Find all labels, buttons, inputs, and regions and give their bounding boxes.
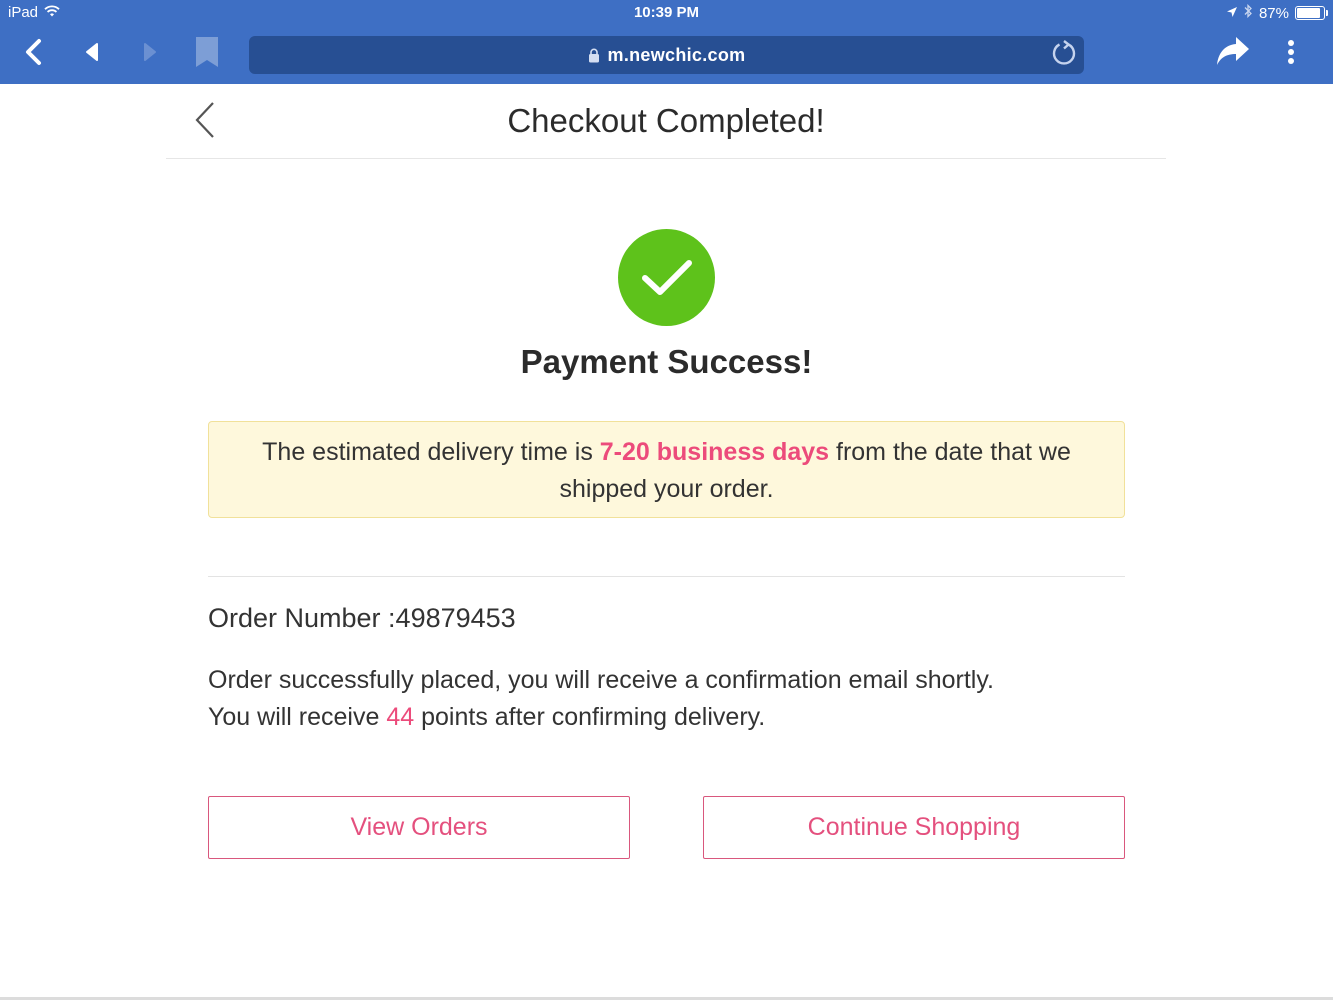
points-prefix: You will receive bbox=[208, 703, 387, 731]
notice-prefix: The estimated delivery time is bbox=[262, 438, 600, 466]
url-text: m.newchic.com bbox=[607, 44, 746, 65]
page-header: Checkout Completed! bbox=[166, 84, 1166, 159]
status-right: 87% bbox=[1226, 3, 1328, 22]
reload-button[interactable] bbox=[1048, 39, 1080, 71]
address-bar[interactable]: m.newchic.com bbox=[249, 36, 1084, 74]
confirmation-text: Order successfully placed, you will rece… bbox=[208, 666, 994, 694]
battery-percent: 87% bbox=[1258, 4, 1289, 22]
next-page-button[interactable] bbox=[130, 34, 170, 74]
share-button[interactable] bbox=[1213, 34, 1253, 74]
back-button[interactable] bbox=[14, 34, 54, 74]
menu-button[interactable] bbox=[1271, 34, 1311, 74]
location-arrow-icon bbox=[1226, 5, 1238, 22]
battery-level bbox=[1297, 8, 1320, 18]
reload-icon bbox=[1051, 39, 1077, 71]
bookmark-icon bbox=[195, 36, 219, 73]
bookmarks-button[interactable] bbox=[187, 34, 227, 74]
success-check-icon bbox=[618, 229, 715, 326]
points-suffix: points after confirming delivery. bbox=[414, 703, 766, 731]
browser-chrome: iPad 10:39 PM 87% m.newchic.com bbox=[0, 0, 1333, 84]
view-orders-button[interactable]: View Orders bbox=[208, 796, 630, 859]
triangle-right-icon bbox=[142, 42, 158, 67]
continue-shopping-button[interactable]: Continue Shopping bbox=[703, 796, 1125, 859]
chevron-left-icon bbox=[23, 38, 45, 71]
triangle-left-icon bbox=[84, 42, 100, 67]
notice-highlight: 7-20 business days bbox=[599, 438, 830, 466]
order-number: Order Number :49879453 bbox=[208, 603, 516, 633]
status-bar: iPad 10:39 PM 87% bbox=[0, 0, 1333, 26]
more-vertical-icon bbox=[1287, 39, 1295, 70]
bluetooth-icon bbox=[1244, 3, 1253, 22]
previous-page-button[interactable] bbox=[72, 34, 112, 74]
lock-icon bbox=[588, 48, 600, 63]
points-value: 44 bbox=[386, 703, 415, 731]
success-heading: Payment Success! bbox=[520, 343, 813, 380]
share-arrow-icon bbox=[1215, 35, 1251, 74]
page-title: Checkout Completed! bbox=[507, 102, 825, 139]
points-text: You will receive 44 points after confirm… bbox=[208, 699, 1125, 736]
status-time: 10:39 PM bbox=[633, 4, 700, 21]
browser-toolbar: m.newchic.com bbox=[0, 26, 1333, 84]
order-message: Order successfully placed, you will rece… bbox=[208, 662, 1125, 736]
battery-icon bbox=[1295, 6, 1328, 20]
delivery-notice: The estimated delivery time is 7-20 busi… bbox=[208, 421, 1125, 518]
divider bbox=[208, 576, 1125, 577]
